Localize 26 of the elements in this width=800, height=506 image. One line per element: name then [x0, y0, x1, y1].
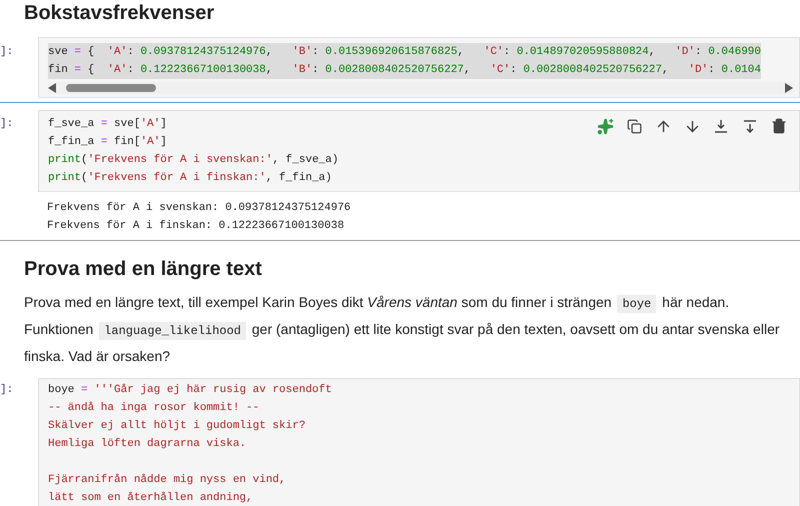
code-line: print('Frekvens för A i svenskan:', f_sve_a)	[48, 153, 338, 168]
code-line: boye = '''Går jag ej här rusig av rosendoft	[48, 382, 332, 398]
code-line: f_fin_a = fin['A']	[48, 135, 167, 150]
scrollbar-thumb[interactable]	[66, 84, 156, 92]
horizontal-scrollbar[interactable]	[48, 82, 793, 94]
cell-output: Frekvens för A i finskan: 0.12223667100130038	[47, 219, 346, 234]
scroll-right-icon[interactable]	[785, 83, 793, 93]
code-cell[interactable]	[38, 37, 800, 98]
cell-output: Frekvens för A i svenskan: 0.09378124375124976	[47, 201, 352, 216]
code-cell[interactable]: f_sve_a = sve['A'] f_fin_a = fin['A'] print('Frekvens för A i svenskan:', f_sve_a) print('Frekvens för A i finskan:', f_fin_a)	[38, 110, 800, 192]
code-line: Hemliga löften dagrarna viska.	[48, 437, 246, 452]
sparkle-icon[interactable]	[595, 116, 615, 136]
cell-prompt: ]:	[0, 117, 14, 132]
section-heading: Prova med en längre text	[23, 257, 263, 282]
scroll-left-icon[interactable]	[48, 83, 56, 93]
paragraph: Prova med en längre text, till exempel Karin Boyes dikt Vårens väntan som du finner i strängen boye här nedan. Funktionen language_likelihood ger (antagligen) ett lite konstigt svar på den texten, oavsett om du antar svenska eller finska. Vad är orsaken?	[23, 293, 781, 366]
cell-prompt: ]:	[0, 383, 14, 398]
code-line: -- ändå ha inga rosor kommit! --	[48, 400, 260, 416]
code-cell[interactable]	[38, 378, 800, 506]
code-line: f_sve_a = sve['A']	[48, 117, 167, 132]
section-heading: Bokstavsfrekvenser	[23, 1, 216, 26]
cell-prompt: ]:	[0, 45, 14, 60]
code-line: Fjärranifrån nådde mig nyss en vind,	[48, 472, 286, 488]
code-line: Skälver ej allt höljt i gudomligt skir?	[48, 419, 306, 434]
code-line: lätt som en återhållen andning,	[48, 490, 253, 506]
code-line: print('Frekvens för A i finskan:', f_fin_a)	[48, 171, 332, 186]
